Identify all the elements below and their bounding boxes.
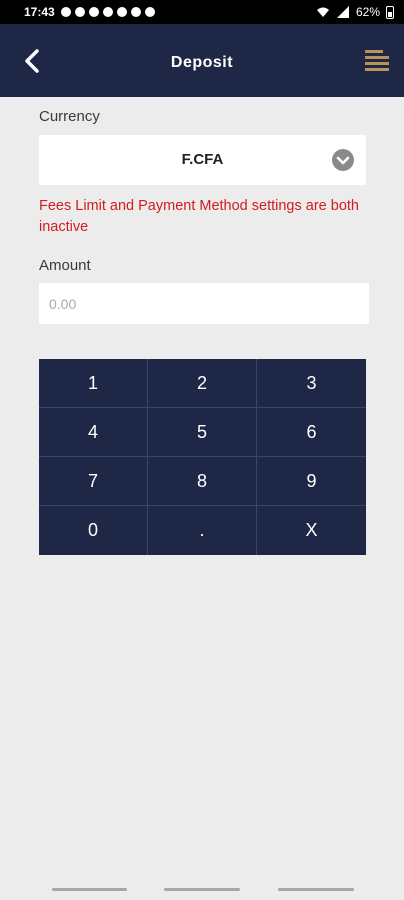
keypad-key-5[interactable]: 5 bbox=[148, 408, 257, 457]
nav-recents-button[interactable] bbox=[52, 888, 127, 891]
keypad-key-6[interactable]: 6 bbox=[257, 408, 366, 457]
keypad-key-decimal[interactable]: . bbox=[148, 506, 257, 555]
system-icons: 62% bbox=[316, 5, 394, 19]
system-nav-bar bbox=[0, 880, 404, 900]
numeric-keypad: 1 2 3 4 5 6 7 8 9 0 . X bbox=[39, 359, 366, 555]
app-bar: Deposit bbox=[0, 24, 404, 97]
keypad-key-clear[interactable]: X bbox=[257, 506, 366, 555]
notification-icon bbox=[88, 7, 99, 17]
notification-icon bbox=[102, 7, 113, 17]
notification-icon bbox=[60, 7, 71, 17]
menu-button[interactable] bbox=[364, 48, 390, 74]
notification-icon bbox=[74, 7, 85, 17]
keypad-key-3[interactable]: 3 bbox=[257, 359, 366, 408]
keypad-key-1[interactable]: 1 bbox=[39, 359, 148, 408]
currency-select[interactable]: F.CFA bbox=[39, 135, 366, 185]
wifi-icon bbox=[316, 7, 329, 17]
amount-input[interactable] bbox=[39, 283, 369, 324]
status-time: 17:43 bbox=[24, 5, 55, 19]
notification-icon bbox=[130, 7, 141, 17]
battery-icon bbox=[386, 5, 394, 19]
battery-percentage: 62% bbox=[355, 5, 380, 19]
nav-back-button[interactable] bbox=[278, 888, 354, 891]
keypad-key-9[interactable]: 9 bbox=[257, 457, 366, 506]
keypad-key-4[interactable]: 4 bbox=[39, 408, 148, 457]
keypad-key-2[interactable]: 2 bbox=[148, 359, 257, 408]
notification-icon bbox=[144, 7, 155, 17]
amount-label: Amount bbox=[39, 257, 91, 274]
page-title: Deposit bbox=[170, 54, 234, 71]
notification-icon bbox=[116, 7, 127, 17]
keypad-key-7[interactable]: 7 bbox=[39, 457, 148, 506]
signal-icon bbox=[336, 6, 349, 18]
currency-label: Currency bbox=[39, 108, 100, 125]
status-bar: 17:43 62% bbox=[0, 0, 404, 24]
keypad-key-8[interactable]: 8 bbox=[148, 457, 257, 506]
notification-icons bbox=[60, 7, 155, 17]
hamburger-menu-icon bbox=[365, 50, 389, 71]
error-message: Fees Limit and Payment Method settings a… bbox=[39, 198, 359, 235]
keypad-key-0[interactable]: 0 bbox=[39, 506, 148, 555]
nav-home-button[interactable] bbox=[164, 888, 240, 891]
currency-selected-value: F.CFA bbox=[181, 151, 224, 168]
chevron-down-icon bbox=[332, 149, 354, 171]
